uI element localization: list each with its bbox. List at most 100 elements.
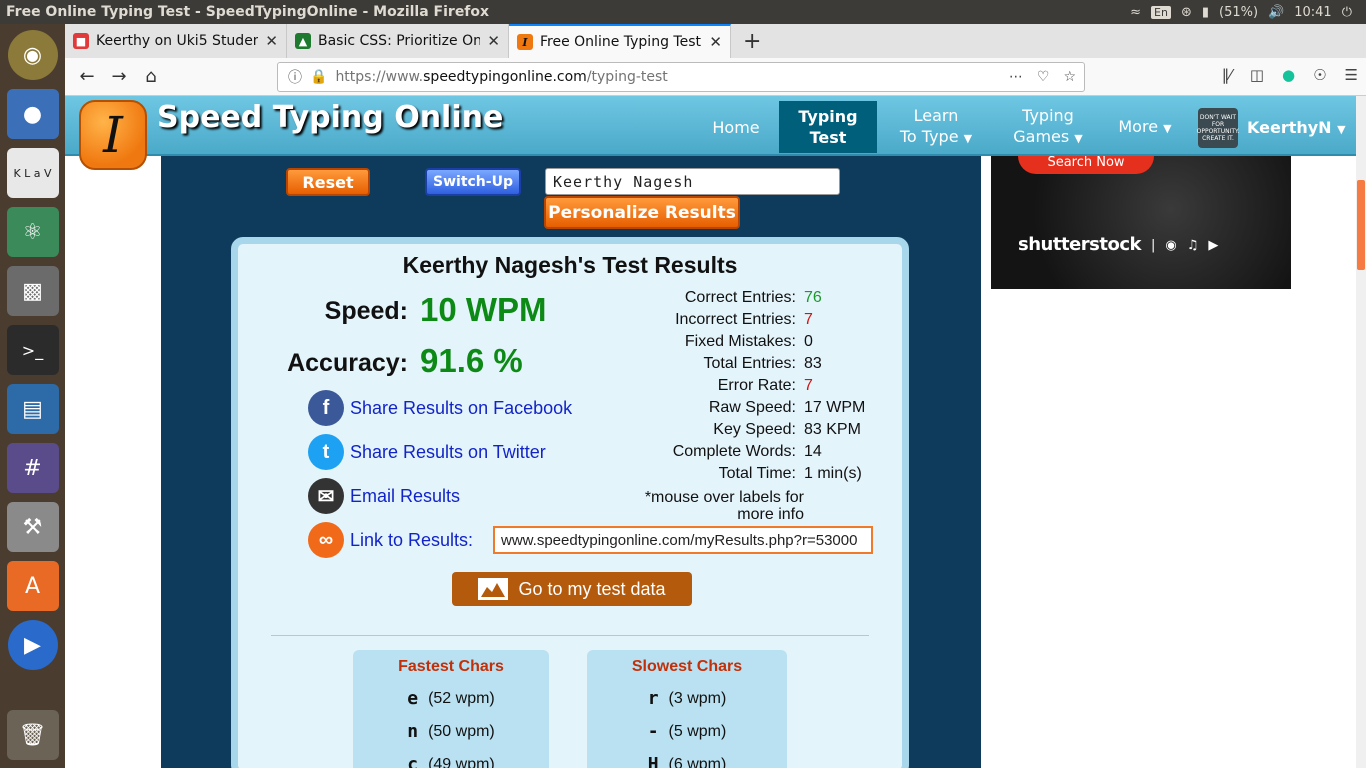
ubuntu-launcher: ◉ ● K L a V ⚛ ▩ >_ ▤ # ⚒ A ▶ 🗑 xyxy=(0,24,65,768)
facebook-icon: f xyxy=(308,390,344,426)
info-icon[interactable]: ⓘ xyxy=(288,67,302,87)
stat-fixed-mistakes[interactable]: Fixed Mistakes: 0 xyxy=(618,333,868,355)
forward-button[interactable]: → xyxy=(103,66,135,87)
divider-bar-icon: | xyxy=(1151,238,1156,253)
accuracy-value: 91.6 % xyxy=(420,342,523,379)
site-header: Speed Typing Online Home Typing Test Lear… xyxy=(65,96,1356,156)
nav-learn-to-type[interactable]: Learn To Type ▼ xyxy=(895,101,977,153)
writer-icon[interactable]: ▤ xyxy=(6,384,59,434)
camera-icon: ◉ xyxy=(1165,238,1177,253)
site-brand[interactable]: Speed Typing Online xyxy=(157,100,503,135)
settings-icon[interactable]: ⚒ xyxy=(6,502,59,552)
results-link-field[interactable]: www.speedtypingonline.com/myResults.php?… xyxy=(493,526,873,554)
video-player-icon[interactable]: ▶ xyxy=(7,620,58,670)
slowest-chars-title: Slowest Chars xyxy=(631,658,743,675)
fastest-chars-box: Fastest Chars e (52 wpm) n (50 wpm) c (49 w… xyxy=(353,650,549,768)
back-button[interactable]: ← xyxy=(71,66,103,87)
browser-nav-bar: ← → ⌂ ⓘ 🔒 https://www.speedtypingonline.… xyxy=(65,58,1366,96)
firefox-icon[interactable]: ● xyxy=(6,89,59,139)
url-text[interactable]: https://www.speedtypingonline.com/typing… xyxy=(335,69,1000,85)
keyboard-app-icon[interactable]: K L a V xyxy=(6,148,59,198)
ad-search-button[interactable]: Search Now xyxy=(1018,156,1154,174)
stat-total-entries[interactable]: Total Entries: 83 xyxy=(618,355,868,377)
system-tray: ≈ En ⊛ ▮ (51%) 🔊 10:41 ⏻ xyxy=(1130,5,1366,20)
avatar[interactable]: DON'T WAIT FOR OPPORTUNITY. CREATE IT. xyxy=(1197,108,1239,148)
tab-student[interactable]: ■ Keerthy on Uki5 Student ✕ xyxy=(65,24,287,58)
battery-percent: (51%) xyxy=(1219,4,1259,20)
link-to-results-label[interactable]: ∞ Link to Results: xyxy=(308,522,473,558)
software-center-icon[interactable]: A xyxy=(6,561,59,611)
stat-complete-words[interactable]: Complete Words: 14 xyxy=(618,443,868,465)
list-item: H (6 wpm) xyxy=(647,754,727,768)
stat-key-speed[interactable]: Key Speed: 83 KPM xyxy=(618,421,868,443)
list-item: n (50 wpm) xyxy=(407,721,495,742)
clock[interactable]: 10:41 xyxy=(1294,5,1331,20)
list-item: c (49 wpm) xyxy=(407,754,495,768)
list-item: r (3 wpm) xyxy=(647,688,727,709)
share-facebook-link[interactable]: f Share Results on Facebook xyxy=(308,390,572,426)
file-manager-icon[interactable]: ▩ xyxy=(6,266,59,316)
new-tab-button[interactable]: + xyxy=(731,29,773,54)
battery-icon[interactable]: ▮ xyxy=(1202,5,1209,20)
terminal-icon[interactable]: >_ xyxy=(6,325,59,375)
toolbar-right: ‖⁄ ◫ ● ☉ ☰ xyxy=(1222,66,1358,84)
sidebar-icon[interactable]: ◫ xyxy=(1250,66,1264,84)
stat-incorrect-entries[interactable]: Incorrect Entries: 7 xyxy=(618,311,868,333)
url-bar[interactable]: ⓘ 🔒 https://www.speedtypingonline.com/ty… xyxy=(277,62,1085,92)
bluetooth-icon[interactable]: ⊛ xyxy=(1181,5,1192,20)
slack-icon[interactable]: # xyxy=(6,443,59,493)
wifi-icon[interactable]: ≈ xyxy=(1130,5,1141,20)
library-icon[interactable]: ‖⁄ xyxy=(1222,66,1232,84)
chevron-down-icon: ▼ xyxy=(1337,123,1346,136)
scrollbar-thumb[interactable] xyxy=(1357,180,1365,270)
account-icon[interactable]: ☉ xyxy=(1313,66,1326,84)
tab-typing-test[interactable]: I Free Online Typing Test ✕ xyxy=(509,24,731,58)
nav-typing-games[interactable]: Typing Games ▼ xyxy=(1009,101,1087,153)
advertisement[interactable]: Search Now shutterstock | ◉ ♫ ▶ xyxy=(991,156,1291,289)
slowest-chars-box: Slowest Chars r (3 wpm) - (5 wpm) H (6 wpm) xyxy=(587,650,787,768)
user-menu[interactable]: KeerthyN ▼ xyxy=(1247,118,1346,137)
home-button[interactable]: ⌂ xyxy=(135,66,167,87)
site-logo[interactable]: I xyxy=(79,100,147,170)
stat-total-time[interactable]: Total Time: 1 min(s) xyxy=(618,465,868,487)
close-icon[interactable]: ✕ xyxy=(709,33,722,51)
grammarly-icon[interactable]: ● xyxy=(1282,66,1295,84)
stat-raw-speed[interactable]: Raw Speed: 17 WPM xyxy=(618,399,868,421)
go-to-test-data-button[interactable]: Go to my test data xyxy=(452,572,692,606)
nav-home[interactable]: Home xyxy=(701,101,771,153)
email-results-link[interactable]: ✉ Email Results xyxy=(308,478,460,514)
switch-up-button[interactable]: Switch-Up xyxy=(425,168,521,196)
tab-basic-css[interactable]: ▲ Basic CSS: Prioritize One ✕ xyxy=(287,24,509,58)
reset-button[interactable]: Reset xyxy=(286,168,370,196)
name-input[interactable]: Keerthy Nagesh xyxy=(545,168,840,195)
stat-error-rate[interactable]: Error Rate: 7 xyxy=(618,377,868,399)
chevron-down-icon: ▼ xyxy=(1074,132,1083,145)
close-icon[interactable]: ✕ xyxy=(265,32,278,50)
nav-typing-test[interactable]: Typing Test xyxy=(779,101,877,153)
page-scrollbar[interactable] xyxy=(1356,96,1366,768)
share-twitter-link[interactable]: t Share Results on Twitter xyxy=(308,434,546,470)
power-icon[interactable]: ⏻ xyxy=(1342,5,1352,20)
stat-correct-entries[interactable]: Correct Entries: 76 xyxy=(618,289,868,311)
mouse-over-note: *mouse over labels for more info xyxy=(644,489,804,523)
trash-icon[interactable]: 🗑 xyxy=(6,710,59,760)
list-item: e (52 wpm) xyxy=(407,688,495,709)
chart-icon xyxy=(478,578,509,600)
ad-brand: shutterstock xyxy=(1018,234,1141,255)
nav-more[interactable]: More ▼ xyxy=(1115,101,1175,153)
personalize-results-button[interactable]: Personalize Results xyxy=(544,196,740,229)
page-actions-icon[interactable]: ⋯ xyxy=(1009,69,1023,85)
tab-label: Basic CSS: Prioritize One xyxy=(318,33,481,49)
menu-icon[interactable]: ☰ xyxy=(1345,66,1358,84)
keyboard-lang-indicator[interactable]: En xyxy=(1151,5,1171,19)
accuracy-label[interactable]: Accuracy: xyxy=(258,349,408,378)
pocket-icon[interactable]: ♡ xyxy=(1037,69,1050,85)
speed-label[interactable]: Speed: xyxy=(258,297,408,326)
atom-editor-icon[interactable]: ⚛ xyxy=(6,207,59,257)
bookmark-star-icon[interactable]: ☆ xyxy=(1063,69,1076,85)
volume-icon[interactable]: 🔊 xyxy=(1268,5,1284,20)
close-icon[interactable]: ✕ xyxy=(487,32,500,50)
email-icon: ✉ xyxy=(308,478,344,514)
ubuntu-dash-icon[interactable]: ◉ xyxy=(7,30,58,80)
tab-label: Keerthy on Uki5 Student xyxy=(96,33,259,49)
